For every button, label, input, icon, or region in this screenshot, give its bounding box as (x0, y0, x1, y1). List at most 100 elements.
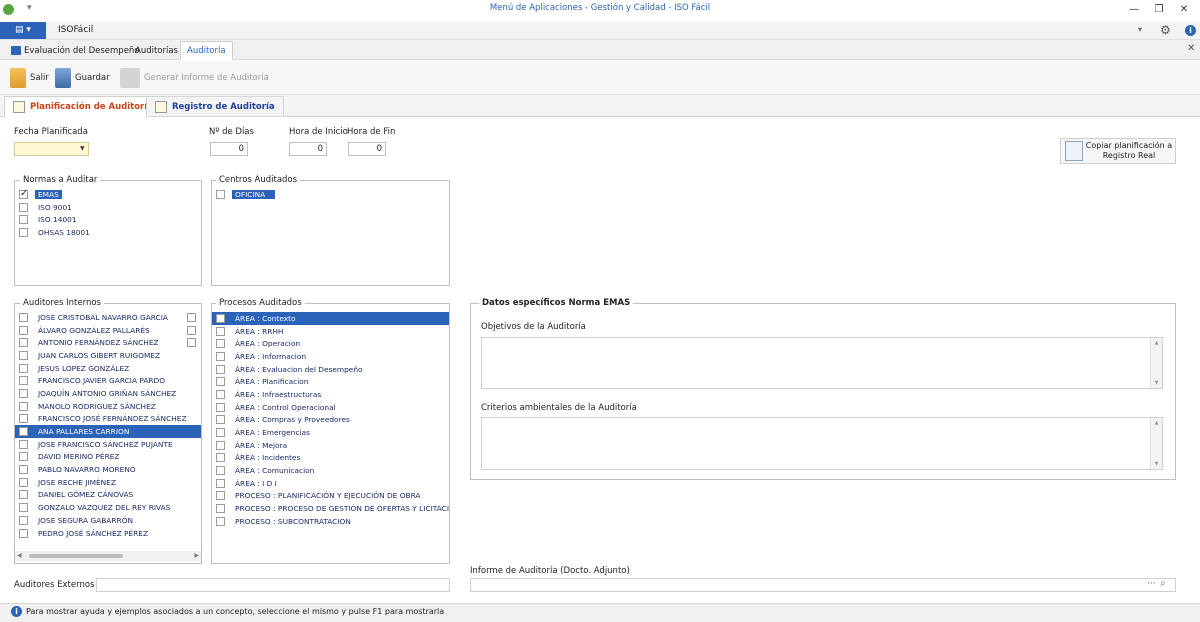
search-magnifier-icon[interactable]: ⌕ (1160, 578, 1166, 590)
checkbox[interactable] (216, 478, 225, 488)
list-item[interactable]: ÁREA : Incidentes (212, 452, 449, 465)
list-item[interactable]: ÁREA : Control Operacional (212, 401, 449, 414)
checkbox[interactable] (216, 339, 225, 349)
checkbox[interactable] (19, 388, 28, 398)
list-item[interactable]: FRANCISCO JOSÉ FERNÁNDEZ SÁNCHEZ (15, 413, 201, 426)
info-icon[interactable]: i (1185, 25, 1196, 36)
salir-button[interactable]: Salir (10, 67, 49, 89)
list-item[interactable]: PABLO NAVARRO MORENO (15, 463, 201, 476)
checkbox[interactable] (216, 402, 225, 412)
tab-planificacion[interactable]: Planificación de Auditoría (4, 96, 162, 117)
hora-inicio-input[interactable]: 0 (289, 142, 327, 156)
list-item[interactable]: PEDRO JOSÉ SÁNCHEZ PÉREZ (15, 527, 201, 540)
criterios-scrollbar[interactable]: ▲ ▼ (1150, 418, 1162, 469)
tab-auditoria[interactable]: Auditoría (180, 41, 233, 60)
list-item[interactable]: PROCESO : PROCESO DE GESTIÓN DE OFERTAS … (212, 502, 449, 515)
scroll-up-icon[interactable]: ▲ (1151, 420, 1162, 426)
list-item[interactable]: ÁREA : Compras y Proveedores (212, 414, 449, 427)
list-item[interactable]: DANIEL GÓMEZ CÁNOVAS (15, 489, 201, 502)
checkbox[interactable] (187, 338, 196, 348)
guardar-button[interactable]: Guardar (55, 67, 110, 89)
tab-auditorias[interactable]: Auditorías (128, 41, 185, 60)
list-item[interactable]: FRANCISCO JAVIER GARCIA PARDO (15, 374, 201, 387)
checkbox[interactable] (19, 452, 28, 462)
checkbox[interactable] (216, 428, 225, 438)
checkbox[interactable] (19, 490, 28, 500)
scroll-left-icon[interactable]: ◀ (17, 552, 22, 559)
externos-input[interactable] (96, 578, 450, 592)
copiar-planificacion-button[interactable]: Copiar planificación a Registro Real (1060, 138, 1176, 164)
checkbox[interactable] (19, 325, 28, 335)
date-dropdown-icon[interactable]: ▼ (80, 145, 85, 152)
checkbox[interactable] (19, 465, 28, 475)
checkbox[interactable] (216, 491, 225, 501)
list-item[interactable]: ÁREA : Mejora (212, 439, 449, 452)
list-item[interactable]: ÁREA : Informacion (212, 350, 449, 363)
checkbox[interactable] (187, 313, 196, 322)
list-item[interactable]: ÁREA : Evaluacion del Desempeño (212, 363, 449, 376)
list-item[interactable]: ISO 14001 (15, 213, 201, 226)
checkbox[interactable] (216, 389, 225, 399)
scroll-down-icon[interactable]: ▼ (1151, 380, 1162, 386)
generar-informe-button[interactable]: Generar Informe de Auditoría (120, 67, 269, 89)
checkbox[interactable] (19, 515, 28, 525)
checkbox[interactable] (216, 466, 225, 476)
checkbox[interactable] (216, 326, 225, 336)
list-item[interactable]: ÁREA : RRHH (212, 325, 449, 338)
checkbox[interactable] (216, 313, 225, 323)
list-item[interactable]: OFICINA (212, 188, 449, 201)
checkbox[interactable] (19, 414, 28, 424)
list-item[interactable]: JOSE RECHE JIMÉNEZ (15, 476, 201, 489)
objetivos-textarea[interactable]: ▲ ▼ (481, 337, 1163, 389)
list-item[interactable]: JOSE SEGURA GABARRÓN (15, 514, 201, 527)
scroll-thumb[interactable] (29, 554, 123, 558)
list-item[interactable]: MANOLO RODRÍGUEZ SÁNCHEZ (15, 400, 201, 413)
list-item[interactable]: ÁLVARO GONZÁLEZ PALLARÉS (15, 324, 201, 337)
scroll-down-icon[interactable]: ▼ (1151, 461, 1162, 467)
list-item[interactable]: PROCESO : SUBCONTRATACION (212, 515, 449, 528)
list-item[interactable]: ÁREA : Planificacion (212, 375, 449, 388)
checkbox[interactable] (216, 440, 225, 450)
checkbox[interactable] (19, 215, 28, 225)
informe-file-input[interactable] (470, 578, 1176, 592)
list-item[interactable]: ÁREA : I D I (212, 477, 449, 490)
checkbox[interactable] (19, 227, 28, 237)
settings-gear-icon[interactable]: ⚙ (1160, 24, 1171, 36)
checkbox[interactable] (216, 504, 225, 514)
app-menu-button[interactable]: ▤ ▾ (0, 22, 46, 39)
checkbox[interactable] (187, 325, 196, 335)
list-item[interactable]: EMAS (15, 188, 201, 201)
list-item[interactable]: JOSE FRANCISCO SÁNCHEZ PUJANTE (15, 438, 201, 451)
checkbox[interactable] (216, 364, 225, 374)
checkbox[interactable] (19, 528, 28, 538)
checkbox[interactable] (19, 363, 28, 373)
checkbox[interactable] (19, 188, 28, 199)
list-item[interactable]: ÁREA : Contexto (212, 312, 449, 325)
checkbox[interactable] (19, 401, 28, 411)
checkbox[interactable] (19, 477, 28, 487)
list-item[interactable]: GONZALO VAZQUEZ DEL REY RIVAS (15, 501, 201, 514)
list-item[interactable]: JESUS LOPEZ GONZÁLEZ (15, 362, 201, 375)
checkbox[interactable] (216, 453, 225, 463)
list-item[interactable]: ÁREA : Comunicacion (212, 464, 449, 477)
fecha-date-picker[interactable] (14, 142, 89, 156)
list-item[interactable]: ANTONIO FERNÁNDEZ SÁNCHEZ (15, 336, 201, 349)
list-item[interactable]: ÁREA : Operacion (212, 337, 449, 350)
list-item[interactable]: JOSE CRISTOBAL NAVARRO GARCIA (15, 311, 201, 324)
auditores-hscrollbar[interactable]: ◀ ▶ (15, 551, 201, 561)
list-item[interactable]: ÁREA : Infraestructuras (212, 388, 449, 401)
objetivos-scrollbar[interactable]: ▲ ▼ (1150, 338, 1162, 388)
checkbox[interactable] (216, 516, 225, 526)
list-item[interactable]: JOAQUÍN ANTONIO GRIÑAN SÁNCHEZ (15, 387, 201, 400)
criterios-textarea[interactable]: ▲ ▼ (481, 417, 1163, 470)
close-icon[interactable]: ✕ (1176, 3, 1192, 17)
browse-ellipsis-icon[interactable]: ··· (1147, 578, 1156, 590)
list-item[interactable]: PROCESO : PLANIFICACIÓN Y EJECUCIÓN DE O… (212, 490, 449, 503)
tab-evaluacion-desempeno[interactable]: Evaluación del Desempeño (4, 41, 147, 60)
checkbox[interactable] (19, 350, 28, 360)
minimize-icon[interactable]: — (1126, 3, 1142, 17)
scroll-right-icon[interactable]: ▶ (194, 552, 199, 559)
ribbon-options-chevron-icon[interactable]: ▾ (1138, 25, 1142, 34)
list-item[interactable]: JUAN CARLOS GIBERT RUIGOMEZ (15, 349, 201, 362)
checkbox[interactable] (19, 312, 28, 322)
